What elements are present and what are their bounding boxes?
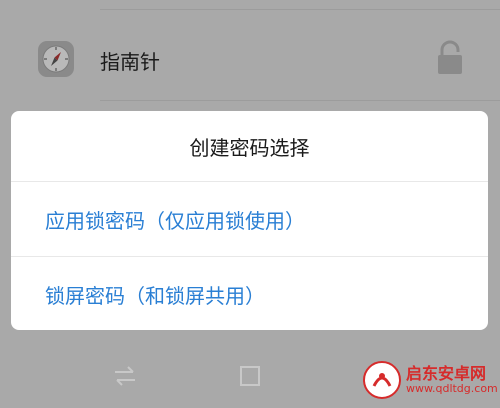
compass-icon <box>38 41 74 77</box>
create-password-dialog: 创建密码选择 应用锁密码（仅应用锁使用） 锁屏密码（和锁屏共用） <box>11 111 488 330</box>
recent-apps-square-icon[interactable] <box>237 363 263 389</box>
watermark-logo-icon <box>363 361 401 399</box>
switch-arrows-icon[interactable] <box>112 363 138 389</box>
row-divider <box>100 100 500 101</box>
app-list-item-compass[interactable]: 指南针 <box>0 30 500 92</box>
lock-screen-password-option[interactable]: 锁屏密码（和锁屏共用） <box>11 257 488 330</box>
app-name: 指南针 <box>100 50 160 74</box>
dialog-title: 创建密码选择 <box>189 135 310 160</box>
top-divider <box>100 9 500 10</box>
watermark-url: www.qdltdg.com <box>406 382 498 395</box>
lock-open-icon[interactable] <box>436 40 464 76</box>
app-lock-password-option[interactable]: 应用锁密码（仅应用锁使用） <box>11 182 488 256</box>
watermark-name: 启东安卓网 <box>406 364 487 383</box>
watermark: 启东安卓网 www.qdltdg.com <box>358 352 500 408</box>
